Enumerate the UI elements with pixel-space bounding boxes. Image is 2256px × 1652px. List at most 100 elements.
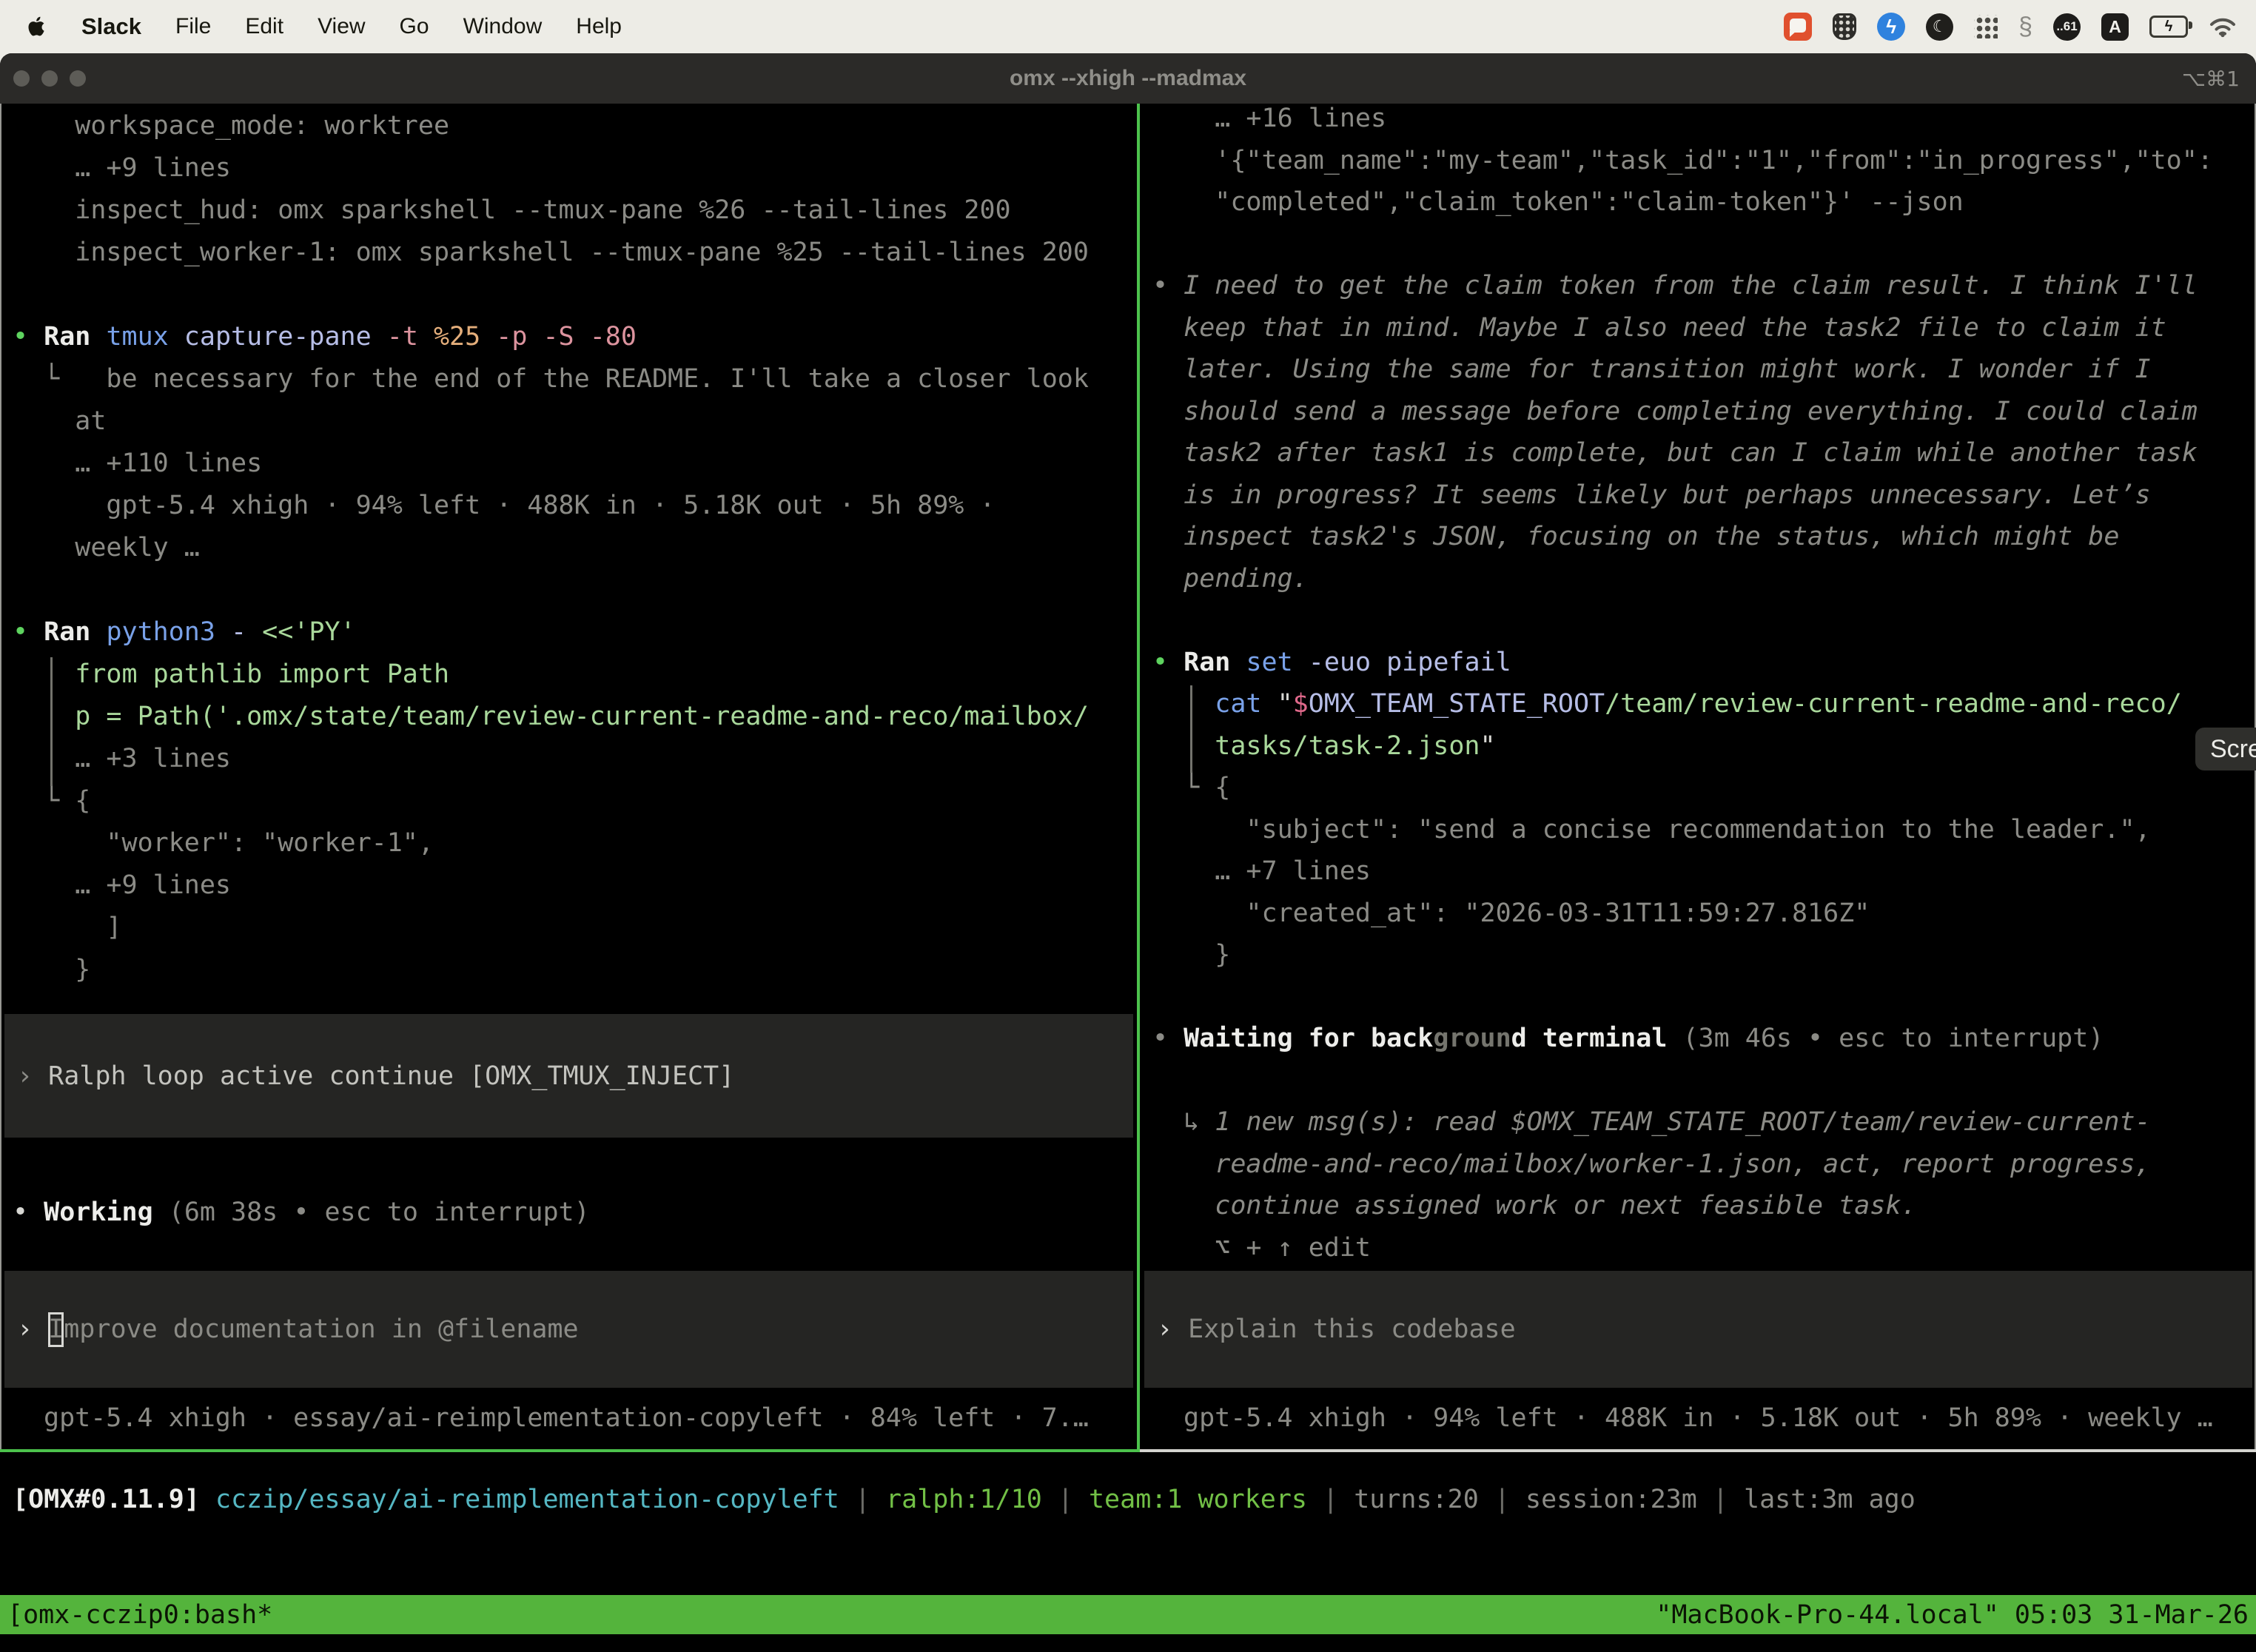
wifi-icon[interactable] [2209,16,2237,38]
tool-call-connector-line [1190,685,1192,773]
pane-border-bottom-active [0,1449,1140,1452]
model-status-line-left: gpt-5.4 xhigh · essay/ai-reimplementatio… [44,1403,1089,1433]
keyboard-a-icon[interactable]: A [2101,13,2129,41]
prompt-chevron: › [17,1314,48,1344]
terminal-row: … +9 lines [13,153,1137,195]
menu-bar: Slack File Edit View Go Window Help ϟ ☾ § ..6… [0,0,2256,53]
pane-divider[interactable] [1137,104,1140,1449]
terminal-row: task2 after task1 is complete, but can I… [1152,438,2256,480]
minimize-button[interactable] [41,70,58,87]
menu-item-file[interactable]: File [175,14,211,39]
terminal-row: └ be necessary for the end of the README… [13,364,1137,406]
terminal-row: readme-and-reco/mailbox/worker-1.json, a… [1152,1149,2256,1192]
pane-hud-scrollback: workspace_mode: worktree … +9 lines insp… [0,111,1137,997]
close-button[interactable] [13,70,30,87]
traffic-lights [0,70,86,87]
terminal-row: ↳ 1 new msg(s): read $OMX_TEAM_STATE_ROO… [1152,1107,2256,1149]
terminal-row: workspace_mode: worktree [13,111,1137,153]
omx-hud-status-line: [OMX#0.11.9] cczip/essay/ai-reimplementa… [13,1485,1916,1514]
chat-app-icon[interactable] [1784,13,1812,41]
terminal-window: omx --xhigh --madmax ⌥⌘1 workspace_mode:… [0,53,2256,1652]
terminal-row: should send a message before completing … [1152,397,2256,439]
terminal-row: later. Using the same for transition mig… [1152,355,2256,397]
terminal-row: weekly … [13,533,1137,575]
terminal-row: } [1152,940,2256,982]
menu-item-view[interactable]: View [318,14,365,39]
apple-menu-icon[interactable] [28,15,47,38]
shield-grid-icon[interactable] [1833,13,1856,40]
messenger-icon[interactable]: ϟ [1877,13,1905,41]
terminal-row: from pathlib import Path [13,659,1137,702]
prompt-input-right[interactable]: › Explain this codebase [1144,1271,2252,1388]
terminal-row [1152,229,2256,272]
terminal-row: • I need to get the claim token from the… [1152,271,2256,313]
terminal-row [13,575,1137,617]
menu-item-help[interactable]: Help [576,14,622,39]
terminal-row: • Waiting for background terminal (3m 46… [1152,1024,2256,1066]
zoom-button[interactable] [70,70,86,87]
terminal-row: • Ran python3 - <<'PY' [13,617,1137,659]
terminal-row: ] [13,913,1137,955]
model-status-line-right: gpt-5.4 xhigh · 94% left · 488K in · 5.1… [1184,1403,2213,1433]
terminal-row: cat "$OMX_TEAM_STATE_ROOT/team/review-cu… [1152,689,2256,731]
terminal-row: continue assigned work or next feasible … [1152,1191,2256,1233]
terminal-row: "completed","claim_token":"claim-token"}… [1152,187,2256,229]
ralph-loop-banner: › Ralph loop active continue [OMX_TMUX_I… [4,1014,1133,1138]
terminal-row: └ { [1152,773,2256,815]
terminal-row: gpt-5.4 xhigh · 94% left · 488K in · 5.1… [13,491,1137,533]
menu-bar-status-icons: ϟ ☾ § ..61 A ϟ [1784,13,2256,41]
menu-item-window[interactable]: Window [463,14,543,39]
screen-overlay-tooltip: Scre [2195,728,2256,770]
terminal-row: … +16 lines [1152,104,2256,146]
terminal-row: inspect task2's JSON, focusing on the st… [1152,522,2256,564]
active-app-name[interactable]: Slack [81,13,141,40]
battery-icon[interactable]: ϟ [2149,16,2188,38]
terminal-content: workspace_mode: worktree … +9 lines insp… [0,104,2256,1652]
terminal-row: "subject": "send a concise recommendatio… [1152,815,2256,857]
terminal-row: is in progress? It seems likely but perh… [1152,480,2256,523]
pane-border-left [0,104,1,1449]
menu-item-go[interactable]: Go [400,14,429,39]
pane-border-bottom-inactive [1140,1449,2256,1452]
menu-item-edit[interactable]: Edit [245,14,283,39]
terminal-row: └ { [13,786,1137,828]
count-badge-icon[interactable]: ..61 [2053,13,2081,41]
pane-worker-1[interactable]: … +16 lines '{"team_name":"my-team","tas… [1140,104,2256,1449]
dots-grid-icon[interactable] [1974,15,1998,38]
pane-worker-scrollback: … +16 lines '{"team_name":"my-team","tas… [1140,104,2256,1275]
terminal-row: inspect_hud: omx sparkshell --tmux-pane … [13,195,1137,238]
menu-items: File Edit View Go Window Help [175,14,622,39]
terminal-row: … +3 lines [13,744,1137,786]
terminal-row: "worker": "worker-1", [13,828,1137,870]
terminal-row: "created_at": "2026-03-31T11:59:27.816Z" [1152,899,2256,941]
terminal-row: … +7 lines [1152,856,2256,899]
pane-hud[interactable]: workspace_mode: worktree … +9 lines insp… [0,104,1137,1449]
terminal-row: inspect_worker-1: omx sparkshell --tmux-… [13,238,1137,280]
terminal-row [1152,605,2256,648]
working-status-line: • Working (6m 38s • esc to interrupt) [13,1198,590,1227]
terminal-row [1152,1066,2256,1108]
window-title-bar[interactable]: omx --xhigh --madmax ⌥⌘1 [0,53,2256,104]
window-title: omx --xhigh --madmax [0,66,2256,91]
desktop: { "menu_bar": { "app_name": "Slack", "it… [0,0,2256,1652]
terminal-row: '{"team_name":"my-team","task_id":"1","f… [1152,146,2256,188]
tmux-status-bar: [omx-cczip0:bash* "MacBook-Pro-44.local"… [0,1595,2256,1634]
window-shortcut-badge: ⌥⌘1 [2182,67,2240,91]
prompt-input-left[interactable]: › Improve documentation in @filename [4,1271,1133,1388]
tmux-session-window: [omx-cczip0:bash* [7,1600,272,1630]
terminal-row: • Ran set -euo pipefail [1152,648,2256,690]
terminal-row: at [13,406,1137,449]
terminal-row: • Ran tmux capture-pane -t %25 -p -S -80 [13,322,1137,364]
menu-bar-left: Slack File Edit View Go Window Help [0,13,622,40]
terminal-row [13,280,1137,322]
text-cursor: I [48,1312,64,1347]
squiggle-icon[interactable]: § [2018,13,2032,41]
moon-circle-icon[interactable]: ☾ [1926,13,1953,41]
terminal-row: keep that in mind. Maybe I also need the… [1152,313,2256,355]
terminal-row: tasks/task-2.json" [1152,731,2256,773]
terminal-row: } [13,955,1137,997]
input-placeholder: Explain this codebase [1188,1314,1516,1344]
terminal-row: ⌥ + ↑ edit [1152,1233,2256,1275]
terminal-row: … +9 lines [13,870,1137,913]
tool-call-connector-line [50,657,53,786]
